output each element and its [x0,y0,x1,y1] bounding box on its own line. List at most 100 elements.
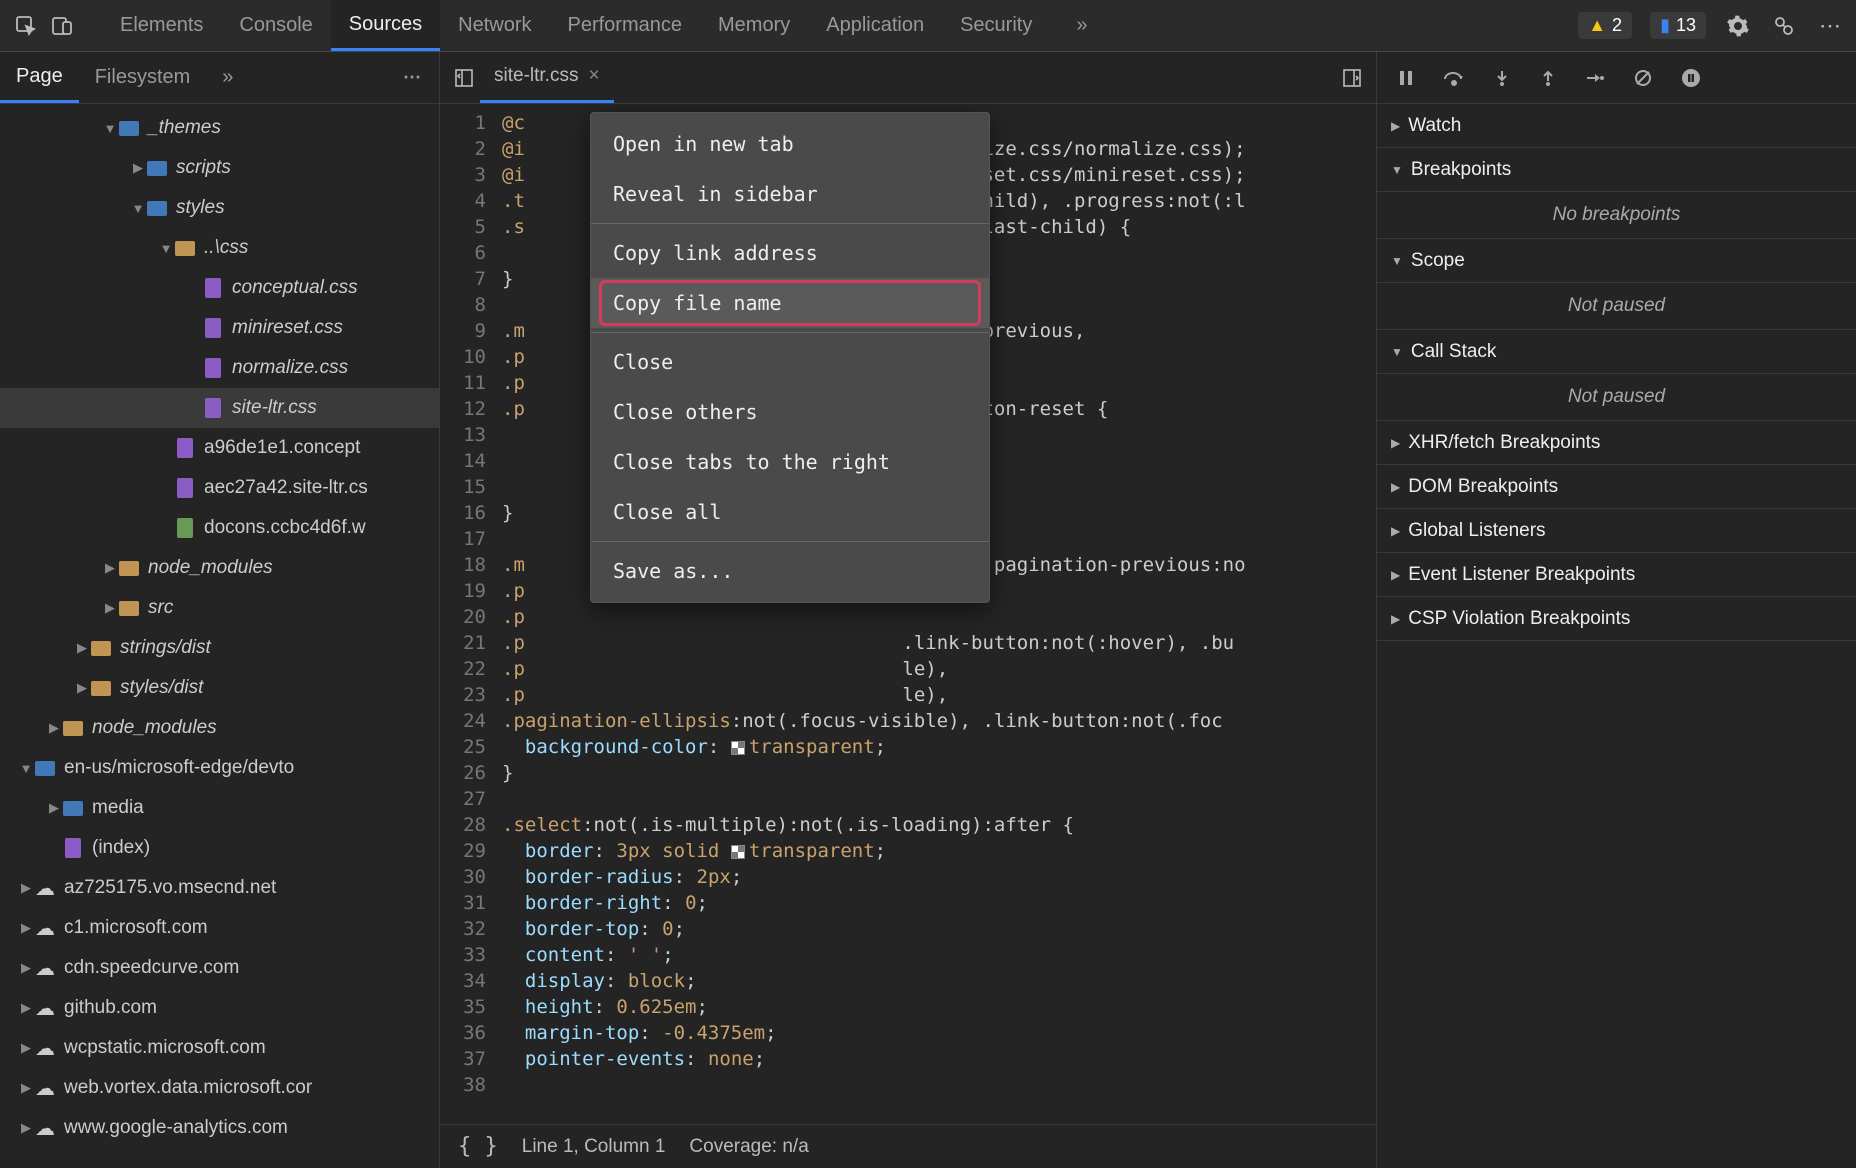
pause-icon[interactable] [1397,69,1415,87]
chevron-right-icon[interactable]: ▶ [130,160,146,176]
tree-item[interactable]: ▶strings/dist [0,628,439,668]
chevron-right-icon[interactable]: ▶ [18,1000,34,1016]
tree-item[interactable]: a96de1e1.concept [0,428,439,468]
chevron-down-icon[interactable]: ▼ [102,121,118,136]
context-menu-item[interactable]: Close all [591,487,989,537]
top-tab-sources[interactable]: Sources [331,0,440,51]
debugger-section-header[interactable]: ▼Scope [1377,239,1856,283]
tree-item[interactable]: ▶☁www.google-analytics.com [0,1108,439,1148]
sidebar-tab-page[interactable]: Page [0,52,79,103]
tree-item[interactable]: ▶☁github.com [0,988,439,1028]
step-over-icon[interactable] [1443,69,1465,87]
feedback-icon[interactable] [1770,12,1798,40]
more-menu-icon[interactable]: ⋯ [1816,12,1844,40]
tree-item[interactable]: ▶media [0,788,439,828]
sidebar-tabs-more[interactable]: » [206,52,249,103]
context-menu-item[interactable]: Close tabs to the right [591,437,989,487]
tree-item[interactable]: ▶node_modules [0,708,439,748]
debugger-section-header[interactable]: ▶Watch [1377,104,1856,148]
debugger-section-header[interactable]: ▼Call Stack [1377,330,1856,374]
tree-item[interactable]: ▶☁cdn.speedcurve.com [0,948,439,988]
tree-item[interactable]: minireset.css [0,308,439,348]
step-out-icon[interactable] [1539,69,1557,87]
tree-item[interactable]: docons.ccbc4d6f.w [0,508,439,548]
top-tab-application[interactable]: Application [808,0,942,51]
debugger-section-header[interactable]: ▶DOM Breakpoints [1377,465,1856,509]
debugger-section-header[interactable]: ▼Breakpoints [1377,148,1856,192]
tree-item[interactable]: ▶☁web.vortex.data.microsoft.cor [0,1068,439,1108]
context-menu-item[interactable]: Copy file name [591,278,989,328]
file-icon [202,357,224,379]
tree-item[interactable]: site-ltr.css [0,388,439,428]
step-icon[interactable] [1585,69,1605,87]
chevron-down-icon[interactable]: ▼ [158,241,174,256]
top-tab-performance[interactable]: Performance [550,0,701,51]
tree-item[interactable]: aec27a42.site-ltr.cs [0,468,439,508]
context-menu-item[interactable]: Reveal in sidebar [591,169,989,219]
tree-item[interactable]: ▼..\css [0,228,439,268]
top-tab-elements[interactable]: Elements [102,0,221,51]
tree-item[interactable]: ▶☁az725175.vo.msecnd.net [0,868,439,908]
chevron-right-icon[interactable]: ▶ [102,600,118,616]
folder-icon [146,157,168,179]
debugger-section-header[interactable]: ▶Event Listener Breakpoints [1377,553,1856,597]
tree-item[interactable]: ▶src [0,588,439,628]
tree-item[interactable]: ▼_themes [0,108,439,148]
tree-item[interactable]: ▶☁c1.microsoft.com [0,908,439,948]
toggle-debugger-icon[interactable] [1336,62,1368,94]
top-tab-network[interactable]: Network [440,0,549,51]
tree-item[interactable]: ▶scripts [0,148,439,188]
top-tab-memory[interactable]: Memory [700,0,808,51]
tree-item[interactable]: ▼en-us/microsoft-edge/devto [0,748,439,788]
chevron-right-icon[interactable]: ▶ [74,640,90,656]
pause-on-exceptions-icon[interactable] [1681,68,1701,88]
tree-item[interactable]: conceptual.css [0,268,439,308]
inspect-icon[interactable] [12,12,40,40]
chevron-right-icon[interactable]: ▶ [46,800,62,816]
chevron-down-icon[interactable]: ▼ [18,761,34,776]
close-tab-icon[interactable]: × [588,65,599,87]
warnings-count: 2 [1612,15,1622,36]
chevron-right-icon[interactable]: ▶ [18,960,34,976]
context-menu-item[interactable]: Save as... [591,546,989,596]
tree-item[interactable]: ▶☁wcpstatic.microsoft.com [0,1028,439,1068]
context-menu-item[interactable]: Open in new tab [591,119,989,169]
step-into-icon[interactable] [1493,69,1511,87]
editor-file-tab[interactable]: site-ltr.css × [480,52,614,103]
settings-icon[interactable] [1724,12,1752,40]
tree-item[interactable]: ▶node_modules [0,548,439,588]
chevron-right-icon[interactable]: ▶ [18,1120,34,1136]
debugger-section-header[interactable]: ▶CSP Violation Breakpoints [1377,597,1856,641]
toggle-navigator-icon[interactable] [448,62,480,94]
sidebar-tab-filesystem[interactable]: Filesystem [79,52,207,103]
chevron-down-icon[interactable]: ▼ [130,201,146,216]
chevron-right-icon[interactable]: ▶ [18,880,34,896]
tree-item[interactable]: ▶styles/dist [0,668,439,708]
context-menu-item[interactable]: Close others [591,387,989,437]
context-menu-item[interactable]: Close [591,337,989,387]
tree-item[interactable]: ▼styles [0,188,439,228]
chevron-right-icon[interactable]: ▶ [18,1080,34,1096]
top-tab-console[interactable]: Console [221,0,330,51]
deactivate-breakpoints-icon[interactable] [1633,68,1653,88]
tree-item-label: www.google-analytics.com [64,1117,288,1139]
top-tab-security[interactable]: Security [942,0,1050,51]
tree-item[interactable]: normalize.css [0,348,439,388]
chevron-right-icon[interactable]: ▶ [18,920,34,936]
chevron-right-icon[interactable]: ▶ [102,560,118,576]
pretty-print-icon[interactable]: { } [458,1134,498,1159]
chevron-right-icon[interactable]: ▶ [18,1040,34,1056]
warnings-badge[interactable]: ▲2 [1578,12,1632,39]
messages-badge[interactable]: ▮13 [1650,12,1706,39]
debugger-section-header[interactable]: ▶Global Listeners [1377,509,1856,553]
chevron-right-icon[interactable]: ▶ [46,720,62,736]
device-toggle-icon[interactable] [48,12,76,40]
tree-item-label: a96de1e1.concept [204,437,360,459]
file-icon [174,517,196,539]
sidebar-overflow[interactable]: ⋯ [395,67,429,88]
top-tabs-more[interactable]: » [1058,14,1105,37]
tree-item[interactable]: (index) [0,828,439,868]
debugger-section-header[interactable]: ▶XHR/fetch Breakpoints [1377,421,1856,465]
context-menu-item[interactable]: Copy link address [591,228,989,278]
chevron-right-icon[interactable]: ▶ [74,680,90,696]
